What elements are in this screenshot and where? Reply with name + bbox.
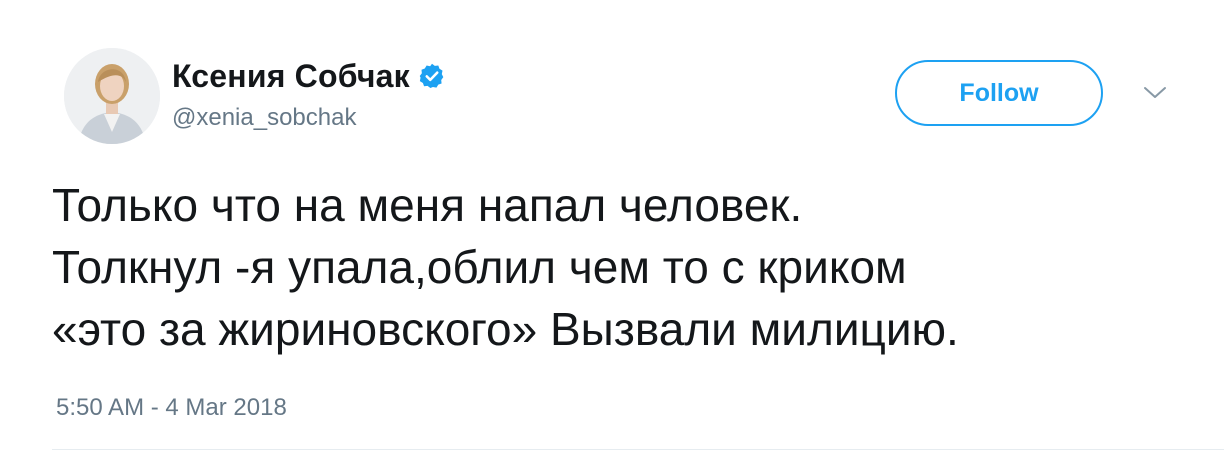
tweet-line: Толкнул -я упала,облил чем то с криком (52, 241, 907, 293)
user-handle[interactable]: @xenia_sobchak (172, 104, 356, 132)
verified-badge-icon (418, 62, 446, 90)
tweet-line: «это за жириновского» Вызвали милицию. (52, 303, 959, 355)
tweet-timestamp[interactable]: 5:50 AM - 4 Mar 2018 (56, 394, 287, 422)
tweet-line: Только что на меня напал человек. (52, 179, 803, 231)
divider (52, 449, 1224, 450)
chevron-down-icon[interactable] (1142, 84, 1168, 102)
profile-photo-icon (64, 48, 160, 144)
display-name[interactable]: Ксения Собчак (172, 58, 410, 95)
follow-button[interactable]: Follow (895, 60, 1103, 126)
avatar[interactable] (64, 48, 160, 144)
tweet-text: Только что на меня напал человек. Толкну… (52, 174, 1202, 360)
user-name-row: Ксения Собчак (172, 56, 446, 96)
